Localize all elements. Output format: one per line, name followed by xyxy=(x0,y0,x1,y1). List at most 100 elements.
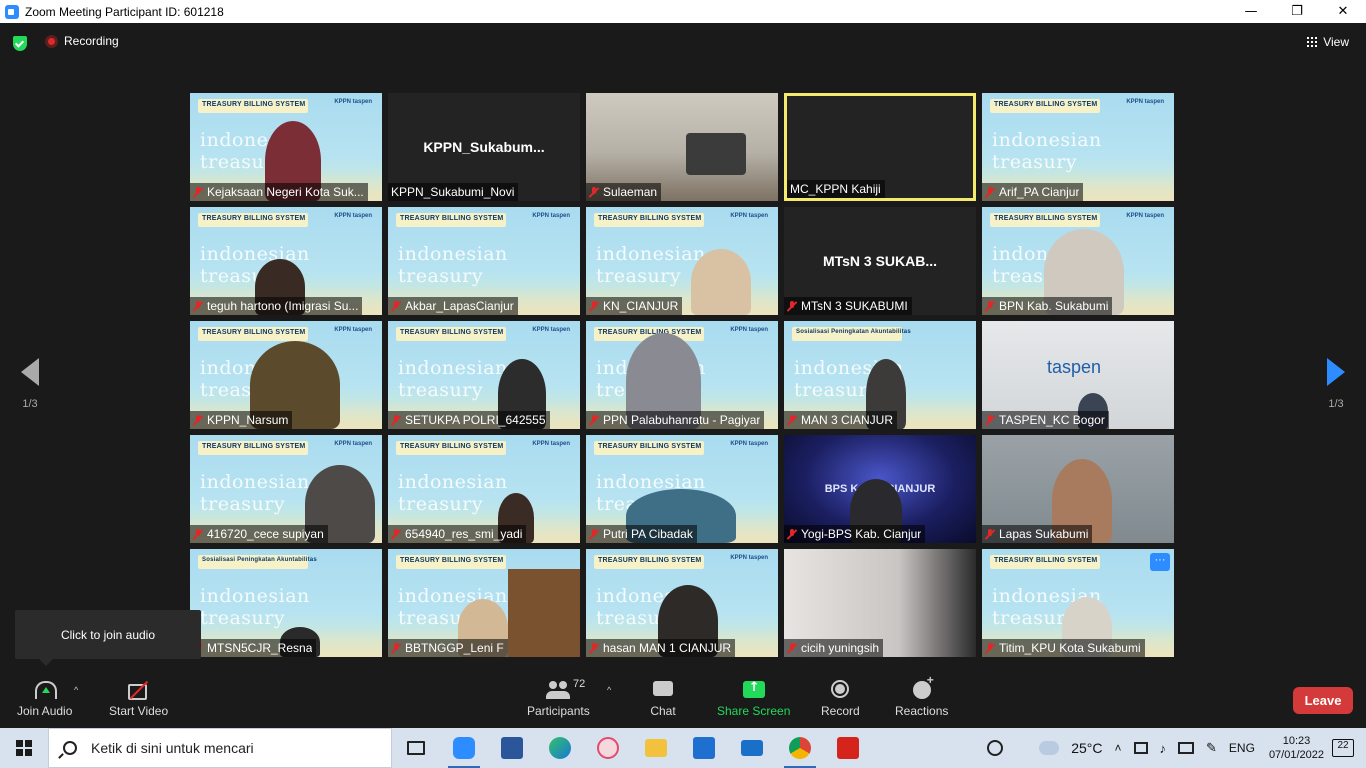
participant-namebar: 654940_res_smi_yadi xyxy=(388,525,527,543)
close-button[interactable]: ✕ xyxy=(1320,0,1366,23)
video-tile[interactable]: BPS K TEN CIANJUR Yogi-BPS Kab. Cianjur xyxy=(784,435,976,543)
banner-text: TREASURY BILLING SYSTEM xyxy=(598,557,702,564)
video-tile[interactable]: Sulaeman xyxy=(586,93,778,201)
tray-chevron-up-icon[interactable]: ˄ xyxy=(1115,741,1122,755)
participant-name: MC_KPPN Kahiji xyxy=(790,182,881,196)
participant-name: Lapas Sukabumi xyxy=(999,527,1089,541)
mic-muted-icon xyxy=(787,642,797,654)
participants-button[interactable]: 72 Participants xyxy=(527,678,590,718)
participant-name: teguh hartono (Imigrasi Su... xyxy=(207,299,359,313)
notifications-icon[interactable]: 22 xyxy=(1332,739,1354,757)
video-tile[interactable]: TREASURY BILLING SYSTEM KPPN taspen indo… xyxy=(586,435,778,543)
minimize-button[interactable]: — xyxy=(1228,0,1274,23)
language-indicator[interactable]: ENG xyxy=(1229,741,1255,755)
participant-name: TASPEN_KC Bogor xyxy=(999,413,1105,427)
participant-video xyxy=(686,133,746,175)
participant-namebar: hasan MAN 1 CIANJUR xyxy=(586,639,736,657)
banner-text: TREASURY BILLING SYSTEM xyxy=(202,101,306,108)
video-tile[interactable]: TREASURY BILLING SYSTEM KPPN taspen indo… xyxy=(982,207,1174,315)
recording-dot-icon xyxy=(45,34,58,48)
video-tile[interactable]: TREASURY BILLING SYSTEM KPPN taspen indo… xyxy=(388,207,580,315)
temperature-label[interactable]: 25°C xyxy=(1071,740,1102,756)
banner-logo: KPPN taspen xyxy=(730,327,768,333)
mic-muted-icon xyxy=(193,414,203,426)
join-audio-button[interactable]: Join Audio xyxy=(17,679,72,718)
video-tile[interactable]: cicih yuningsih xyxy=(784,549,976,657)
banner-logo: KPPN taspen xyxy=(334,441,372,447)
next-page-button[interactable]: 1/3 xyxy=(1321,358,1351,410)
participant-name: KN_CIANJUR xyxy=(603,299,679,313)
maximize-button[interactable]: ❐ xyxy=(1274,0,1320,23)
recording-indicator[interactable]: Recording xyxy=(45,34,119,48)
video-tile[interactable]: taspen TASPEN_KC Bogor xyxy=(982,321,1174,429)
file-explorer-taskbar-icon[interactable] xyxy=(632,728,680,768)
window-title: Zoom Meeting Participant ID: 601218 xyxy=(25,4,224,19)
video-tile[interactable]: TREASURY BILLING SYSTEM KPPN taspen indo… xyxy=(190,93,382,201)
video-tile[interactable]: TREASURY BILLING SYSTEM KPPN taspen indo… xyxy=(388,321,580,429)
reactions-button[interactable]: Reactions xyxy=(895,673,948,718)
participant-name: 654940_res_smi_yadi xyxy=(405,527,523,541)
weather-icon[interactable] xyxy=(1039,741,1060,755)
banner-text: TREASURY BILLING SYSTEM xyxy=(598,215,702,222)
video-tile[interactable]: TREASURY BILLING SYSTEM KPPN taspen indo… xyxy=(190,207,382,315)
chrome-taskbar-icon[interactable] xyxy=(776,728,824,768)
video-tile[interactable]: TREASURY BILLING SYSTEM KPPN taspen indo… xyxy=(190,321,382,429)
audio-options-caret[interactable]: ^ xyxy=(74,685,78,695)
mic-muted-icon xyxy=(985,642,995,654)
leave-button[interactable]: Leave xyxy=(1293,687,1353,714)
participant-namebar: BBTNGGP_Leni F xyxy=(388,639,508,657)
previous-page-button[interactable]: 1/3 xyxy=(15,358,45,410)
task-view-icon[interactable] xyxy=(392,728,440,768)
view-button[interactable]: View xyxy=(1307,35,1349,49)
video-tile[interactable]: TREASURY BILLING SYSTEM indonesian treas… xyxy=(982,549,1174,657)
mic-muted-icon xyxy=(391,642,401,654)
taskbar-clock[interactable]: 10:23 07/01/2022 xyxy=(1269,734,1324,762)
security-shield-icon[interactable] xyxy=(13,36,27,51)
mic-muted-icon xyxy=(589,642,599,654)
video-tile[interactable]: MTsN 3 SUKAB... MTsN 3 SUKABUMI xyxy=(784,207,976,315)
video-tile[interactable]: Sosialisasi Peningkatan Akuntabilitas in… xyxy=(190,549,382,657)
participant-name: BPN Kab. Sukabumi xyxy=(999,299,1109,313)
taskbar-search-input[interactable]: Ketik di sini untuk mencari xyxy=(48,728,392,768)
video-tile[interactable]: TREASURY BILLING SYSTEM KPPN taspen indo… xyxy=(586,207,778,315)
banner-text: TREASURY BILLING SYSTEM xyxy=(202,443,306,450)
participant-name: Sulaeman xyxy=(603,185,658,199)
video-tile[interactable]: TREASURY BILLING SYSTEM KPPN taspen indo… xyxy=(586,549,778,657)
pen-icon[interactable]: ✎ xyxy=(1206,740,1217,756)
participant-namebar: TASPEN_KC Bogor xyxy=(982,411,1109,429)
participants-options-caret[interactable]: ^ xyxy=(607,685,611,695)
video-tile[interactable]: TREASURY BILLING SYSTEM indonesian treas… xyxy=(388,549,580,657)
people-icon[interactable] xyxy=(987,740,1004,756)
paint-taskbar-icon[interactable] xyxy=(584,728,632,768)
search-icon xyxy=(63,741,77,755)
record-button[interactable]: Record xyxy=(821,679,860,718)
windows-start-icon[interactable] xyxy=(0,728,48,768)
participant-name: Yogi-BPS Kab. Cianjur xyxy=(801,527,922,541)
zoom-taskbar-icon[interactable] xyxy=(440,728,488,768)
mail-taskbar-icon[interactable] xyxy=(728,728,776,768)
edge-taskbar-icon[interactable] xyxy=(536,728,584,768)
volume-icon[interactable]: ♪ xyxy=(1160,741,1167,756)
start-video-button[interactable]: Start Video xyxy=(109,679,168,718)
display-icon[interactable] xyxy=(1178,742,1195,754)
chat-button[interactable]: Chat xyxy=(650,679,676,718)
video-tile-active-speaker[interactable]: MC_KPPN Kahiji xyxy=(784,93,976,201)
video-tile[interactable]: TREASURY BILLING SYSTEM KPPN taspen indo… xyxy=(190,435,382,543)
video-tile[interactable]: TREASURY BILLING SYSTEM KPPN taspen indo… xyxy=(388,435,580,543)
network-icon[interactable] xyxy=(1133,742,1148,754)
acrobat-taskbar-icon[interactable] xyxy=(824,728,872,768)
banner-logo: KPPN taspen xyxy=(334,213,372,219)
grid-view-icon xyxy=(1307,37,1318,47)
share-screen-button[interactable]: Share Screen xyxy=(717,679,790,718)
video-tile[interactable]: TREASURY BILLING SYSTEM KPPN taspen indo… xyxy=(586,321,778,429)
video-tile[interactable]: TREASURY BILLING SYSTEM KPPN taspen indo… xyxy=(982,93,1174,201)
video-tile[interactable]: Lapas Sukabumi xyxy=(982,435,1174,543)
word-taskbar-icon[interactable] xyxy=(488,728,536,768)
participant-namebar: teguh hartono (Imigrasi Su... xyxy=(190,297,363,315)
video-tile[interactable]: KPPN_Sukabum... KPPN_Sukabumi_Novi xyxy=(388,93,580,201)
tile-more-options-button[interactable]: ··· xyxy=(1150,553,1170,571)
video-tile[interactable]: Sosialisasi Peningkatan Akuntabilitas in… xyxy=(784,321,976,429)
mic-muted-icon xyxy=(985,414,995,426)
store-taskbar-icon[interactable] xyxy=(680,728,728,768)
banner-logo: KPPN taspen xyxy=(334,327,372,333)
